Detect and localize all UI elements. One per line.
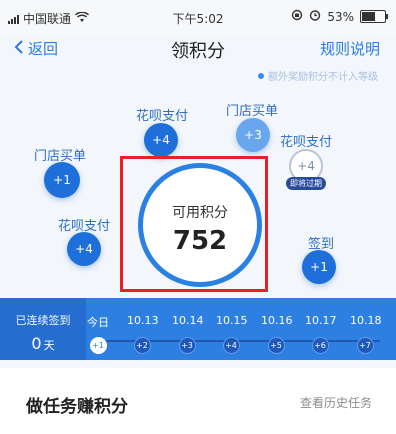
available-points-label: 可用积分 [172, 205, 228, 221]
checkin-day-today[interactable]: 今日 +1 [83, 298, 113, 354]
checkin-points: +7 [356, 337, 374, 354]
alarm-icon [309, 9, 321, 24]
checkin-bar: 已连续签到 0天 今日 +1 10.13 +2 10.14 +3 10.15 +… [0, 298, 396, 360]
notice-text: 额外奖励积分不计入等级 [268, 72, 378, 83]
checkin-date: 今日 [87, 316, 109, 329]
checkin-points: +2 [133, 337, 151, 354]
checkin-date: 10.15 [216, 314, 248, 327]
checkin-points: +6 [311, 337, 329, 354]
streak-count: 0 [31, 334, 42, 353]
checkin-points: +3 [178, 337, 196, 354]
lock-rotation-icon [291, 9, 303, 24]
level-notice: 额外奖励积分不计入等级 [258, 68, 378, 83]
tasks-title: 做任务赚积分 [26, 397, 128, 417]
checkin-day: 10.17 +6 [305, 298, 337, 354]
checkin-date: 10.18 [350, 314, 382, 327]
tasks-section: 做任务赚积分 查看历史任务 [0, 368, 396, 434]
checkin-points: +5 [267, 337, 285, 354]
rules-link[interactable]: 规则说明 [320, 38, 380, 59]
checkin-day: 10.14 +3 [172, 298, 204, 354]
checkin-points: +1 [89, 337, 107, 354]
status-bar: 中国联通 下午5:02 53% [0, 0, 396, 34]
checkin-date: 10.16 [261, 314, 293, 327]
checkin-day: 10.13 +2 [127, 298, 159, 354]
points-bubble-huabei-pay-2[interactable]: +4 [67, 232, 101, 266]
notice-dot-icon [258, 72, 264, 79]
checkin-day: 10.18 +7 [350, 298, 382, 354]
checkin-date: 10.17 [305, 314, 337, 327]
bubble-label-store-pay-2: 门店买单 [226, 104, 279, 119]
checkin-streak: 已连续签到 0天 [0, 298, 86, 360]
available-points-circle[interactable]: 可用积分 752 [138, 163, 262, 287]
checkin-day: 10.15 +4 [216, 298, 248, 354]
bubble-label-huabei-expiring: 花呗支付 [280, 135, 333, 150]
status-right: 53% [291, 9, 388, 24]
checkin-day: 10.16 +5 [261, 298, 293, 354]
battery-icon [360, 10, 388, 23]
bubble-label-huabei-pay: 花呗支付 [136, 109, 189, 124]
available-points-value: 752 [172, 226, 228, 256]
nav-bar: 返回 领积分 规则说明 [0, 34, 396, 64]
checkin-points: +4 [222, 337, 240, 354]
streak-label: 已连续签到 [15, 314, 71, 327]
checkin-date: 10.13 [127, 314, 159, 327]
points-bubble-huabei-pay[interactable]: +4 [144, 123, 178, 157]
streak-value: 0天 [0, 334, 86, 353]
points-bubble-checkin[interactable]: +1 [302, 250, 336, 284]
points-bubble-store-pay[interactable]: +1 [44, 162, 80, 198]
points-bubble-store-pay-2[interactable]: +3 [236, 118, 270, 152]
battery-percent: 53% [327, 9, 354, 24]
expiring-badge: 即将过期 [286, 177, 326, 190]
streak-unit: 天 [43, 339, 55, 352]
checkin-date: 10.14 [172, 314, 204, 327]
task-history-link[interactable]: 查看历史任务 [300, 394, 372, 411]
